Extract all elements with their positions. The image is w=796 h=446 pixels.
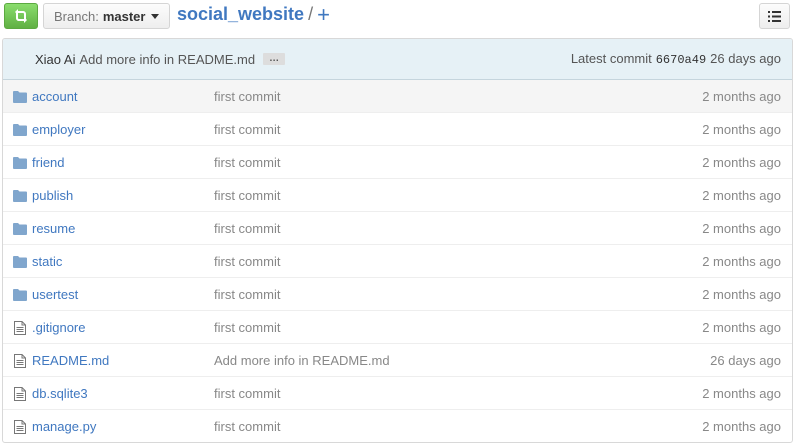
folder-icon [12,287,28,303]
file-name-link[interactable]: resume [32,221,75,236]
folder-icon [12,221,28,237]
file-name-link[interactable]: README.md [32,353,109,368]
file-age: 2 months ago [702,286,781,302]
file-row[interactable]: README.md Add more info in README.md 26 … [3,344,792,377]
file-name-link[interactable]: static [32,254,62,269]
file-commit-message[interactable]: first commit [214,89,280,104]
commit-message-link[interactable]: Add more info in README.md [79,52,255,67]
file-age: 2 months ago [702,121,781,137]
file-row[interactable]: static first commit 2 months ago [3,245,792,278]
file-name-link[interactable]: publish [32,188,73,203]
file-text-icon [12,419,28,435]
file-text-icon [12,320,28,336]
add-file-button[interactable]: + [317,3,330,25]
latest-commit-label: Latest commit [570,51,652,66]
file-age: 2 months ago [702,385,781,401]
file-browser: Xiao Ai Add more info in README.md … Lat… [2,38,793,443]
file-name-link[interactable]: .gitignore [32,320,85,335]
file-row[interactable]: db.sqlite3 first commit 2 months ago [3,377,792,410]
file-commit-message[interactable]: Add more info in README.md [214,353,390,368]
file-name-link[interactable]: manage.py [32,419,96,434]
file-name-link[interactable]: account [32,89,78,104]
file-commit-message[interactable]: first commit [214,188,280,203]
file-commit-message[interactable]: first commit [214,419,280,434]
branch-name: master [102,8,146,24]
file-row[interactable]: employer first commit 2 months ago [3,113,792,146]
file-age: 2 months ago [702,154,781,170]
chevron-down-icon [151,13,160,19]
file-row[interactable]: publish first commit 2 months ago [3,179,792,212]
folder-icon [12,89,28,105]
repo-toolbar: Branch: master social_website / + [0,0,796,34]
file-age: 2 months ago [702,220,781,236]
file-commit-message[interactable]: first commit [214,386,280,401]
expand-commit-button[interactable]: … [263,53,286,65]
file-name-link[interactable]: employer [32,122,85,137]
latest-commit-info: Latest commit 6670a49 26 days ago [571,51,781,67]
file-text-icon [12,386,28,402]
file-age: 2 months ago [702,319,781,335]
file-name-link[interactable]: friend [32,155,65,170]
commit-author[interactable]: Xiao Ai [35,52,75,67]
list-icon [768,10,781,22]
breadcrumb-separator: / [308,4,314,24]
breadcrumb: social_website / + [177,3,330,25]
compare-icon [15,9,27,23]
branch-selector[interactable]: Branch: master [43,3,171,29]
file-list: account first commit 2 months ago employ… [3,80,792,442]
file-row[interactable]: friend first commit 2 months ago [3,146,792,179]
file-age: 2 months ago [702,253,781,269]
file-name-link[interactable]: db.sqlite3 [32,386,88,401]
file-age: 2 months ago [702,187,781,203]
file-row[interactable]: .gitignore first commit 2 months ago [3,311,792,344]
file-commit-message[interactable]: first commit [214,254,280,269]
file-row[interactable]: account first commit 2 months ago [3,80,792,113]
folder-icon [12,155,28,171]
folder-icon [12,122,28,138]
file-row[interactable]: manage.py first commit 2 months ago [3,410,792,442]
latest-commit-bar: Xiao Ai Add more info in README.md … Lat… [3,39,792,80]
file-commit-message[interactable]: first commit [214,155,280,170]
file-commit-message[interactable]: first commit [214,287,280,302]
file-commit-message[interactable]: first commit [214,122,280,137]
file-commit-message[interactable]: first commit [214,221,280,236]
file-row[interactable]: resume first commit 2 months ago [3,212,792,245]
folder-icon [12,254,28,270]
file-commit-message[interactable]: first commit [214,320,280,335]
file-list-toggle-button[interactable] [759,3,790,29]
commit-sha-link[interactable]: 6670a49 [656,53,706,67]
file-age: 2 months ago [702,419,781,434]
file-row[interactable]: usertest first commit 2 months ago [3,278,792,311]
file-age: 26 days ago [710,352,781,368]
file-name-link[interactable]: usertest [32,287,78,302]
repo-name-link[interactable]: social_website [177,4,304,25]
compare-button[interactable] [4,3,38,29]
folder-icon [12,188,28,204]
file-age: 2 months ago [702,88,781,104]
commit-age: 26 days ago [710,51,781,66]
branch-prefix: Branch: [54,8,99,24]
file-text-icon [12,353,28,369]
